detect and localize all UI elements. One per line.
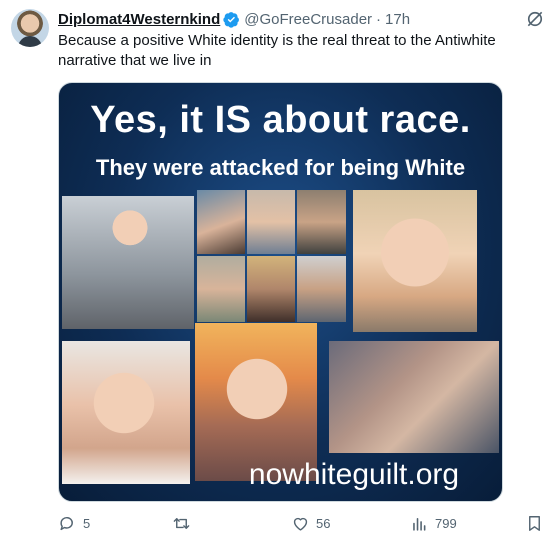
avatar[interactable] [11, 9, 49, 47]
photo-victim-2 [197, 190, 245, 254]
photo-face [225, 353, 289, 433]
photo-face [92, 367, 156, 447]
reply-icon [60, 516, 73, 530]
photo-face [379, 212, 451, 302]
bookmark-button[interactable] [525, 508, 550, 538]
post-header: Diplomat4Westernkind @GoFreeCrusader · 1… [58, 9, 410, 29]
repost-icon [173, 517, 190, 529]
separator: · [376, 10, 382, 28]
bookmark-icon [529, 515, 540, 531]
action-bar: 5 56 799 [0, 508, 557, 538]
display-name[interactable]: Diplomat4Westernkind [58, 11, 220, 28]
image-url-text: nowhiteguilt.org [248, 458, 460, 491]
photo-victim-1 [62, 196, 194, 329]
photo-victim-6 [247, 256, 295, 322]
photo-victim-4 [297, 190, 346, 254]
image-subtitle: They were attacked for being White [95, 155, 466, 180]
photo-collage-injuries [329, 341, 499, 453]
photo-victim-5 [197, 256, 245, 322]
photo-victim-7 [297, 256, 346, 322]
repost-button[interactable] [172, 508, 197, 538]
post-image[interactable]: Yes, it IS about race. They were attacke… [58, 82, 503, 502]
verified-badge-icon [223, 11, 240, 28]
views-button[interactable]: 799 [410, 508, 457, 538]
timestamp[interactable]: 17h [385, 11, 410, 28]
reply-count: 5 [83, 515, 91, 531]
photo-victim-3 [247, 190, 295, 254]
handle[interactable]: @GoFreeCrusader [244, 11, 372, 28]
photo-victim-9 [62, 341, 190, 484]
photo-face [110, 208, 150, 252]
photo-victim-8 [353, 190, 477, 332]
post-text: Because a positive White identity is the… [58, 32, 496, 69]
views-icon [413, 517, 426, 531]
reply-button[interactable]: 5 [58, 508, 90, 538]
like-icon [293, 517, 308, 531]
like-button[interactable]: 56 [291, 508, 330, 538]
image-title: Yes, it IS about race. [90, 99, 471, 141]
views-count: 799 [435, 515, 457, 531]
like-count: 56 [316, 515, 331, 531]
grok-icon[interactable] [525, 9, 545, 29]
avatar-shirt [18, 36, 42, 47]
